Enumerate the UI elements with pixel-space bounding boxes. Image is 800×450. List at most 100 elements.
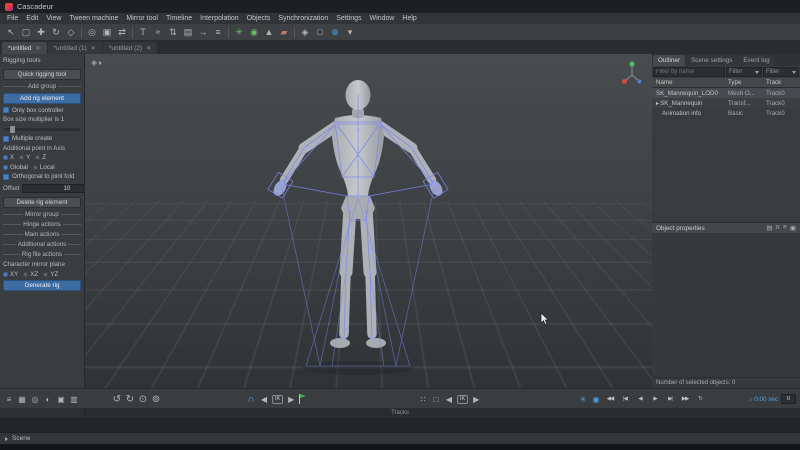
add-object-icon[interactable]: ⊕ xyxy=(328,26,342,39)
outliner-row-sk-mannequin[interactable]: ▸SK_Mannequin Transf... Track0 xyxy=(652,98,800,108)
grid-view-icon[interactable]: ▣ xyxy=(790,224,796,232)
next-keyframe-icon-2[interactable]: ▶ xyxy=(471,393,481,405)
expander-icon[interactable]: ▸ xyxy=(656,100,659,107)
menu-interpolation[interactable]: Interpolation xyxy=(196,15,243,22)
goto-start-button[interactable]: |◀ xyxy=(619,393,631,405)
scale-tool-icon[interactable]: ◇ xyxy=(64,26,78,39)
add-rig-element-button[interactable]: Add rig element xyxy=(3,93,81,104)
type-filter-select[interactable]: Filter xyxy=(726,67,762,77)
interpolation-icon[interactable]: ≈ xyxy=(151,26,165,39)
next-keyframe-icon[interactable]: ▶ xyxy=(286,393,296,405)
multiple-create-checkbox[interactable]: Multiple create xyxy=(3,135,81,142)
selection-sets-icon[interactable]: ▦ xyxy=(17,393,27,405)
physics-icon[interactable]: ◉ xyxy=(247,26,261,39)
menu-settings[interactable]: Settings xyxy=(332,15,365,22)
menu-mirror-tool[interactable]: Mirror tool xyxy=(122,15,162,22)
menu-objects[interactable]: Objects xyxy=(243,15,275,22)
section-rig-file-actions[interactable]: Rig file actions xyxy=(3,251,81,258)
column-type[interactable]: Type xyxy=(728,79,766,86)
fulcrum-icon[interactable]: ▲ xyxy=(262,26,276,39)
section-main-actions[interactable]: Main actions xyxy=(3,231,81,238)
menu-synchronization[interactable]: Synchronization xyxy=(274,15,332,22)
rotate-tool-icon[interactable]: ↻ xyxy=(49,26,63,39)
goto-end-button[interactable]: ▶| xyxy=(664,393,676,405)
menu-tween-machine[interactable]: Tween machine xyxy=(65,15,122,22)
menu-help[interactable]: Help xyxy=(398,15,420,22)
delete-rig-element-button[interactable]: Delete rig element xyxy=(3,197,81,208)
add-group-section[interactable]: Add group xyxy=(3,83,81,90)
point-controller-icon[interactable]: ◎ xyxy=(85,26,99,39)
column-track[interactable]: Track xyxy=(766,79,800,86)
ik-fk-toggle-icon[interactable]: ⇅ xyxy=(166,26,180,39)
slider-handle[interactable] xyxy=(10,126,15,133)
outliner-row-sk-mannequin-lod0[interactable]: SK_Mannequin_LOD0 Mesh O... Track0 xyxy=(652,88,800,98)
tab-untitled-2[interactable]: *untitled (2) ✕ xyxy=(103,42,157,54)
display-mode-icon[interactable]: ◐ xyxy=(43,393,53,405)
expression-icon[interactable]: π xyxy=(776,224,781,232)
interval-edit-icon[interactable]: ▤ xyxy=(181,26,195,39)
physics-sim-icon[interactable]: ◉ xyxy=(591,393,601,405)
axis-x-radio[interactable]: X xyxy=(3,154,14,161)
play-backward-button[interactable]: ◀ xyxy=(634,393,646,405)
viewport-3d[interactable]: ◈ xyxy=(85,54,652,388)
only-box-controller-checkbox[interactable]: Only box controller xyxy=(3,107,81,114)
timeline-track-lane[interactable] xyxy=(0,418,800,432)
prev-keyframe-icon-2[interactable]: ◀ xyxy=(444,393,454,405)
camera-bookmarks-icon[interactable]: ◎ xyxy=(30,393,40,405)
ik-badge-1[interactable]: IK xyxy=(272,395,283,404)
axis-z-radio[interactable]: Z xyxy=(35,154,46,161)
move-tool-icon[interactable]: ✚ xyxy=(34,26,48,39)
mirror-tool-icon[interactable]: ⇄ xyxy=(115,26,129,39)
menu-view[interactable]: View xyxy=(42,15,65,22)
snapshot-icon[interactable]: □ xyxy=(313,26,327,39)
section-additional-actions[interactable]: Additional actions xyxy=(3,241,81,248)
fast-forward-button[interactable]: ▶▶ xyxy=(679,393,691,405)
tab-untitled[interactable]: *untitled ✕ xyxy=(2,42,47,54)
plane-xz-radio[interactable]: XZ xyxy=(23,271,38,278)
plane-xy-radio[interactable]: XY xyxy=(3,271,18,278)
play-forward-button[interactable]: ▶ xyxy=(649,393,661,405)
tab-outliner[interactable]: Outliner xyxy=(653,55,685,66)
sort-icon[interactable]: ≡ xyxy=(783,224,787,232)
rig-mode-icon[interactable]: ◈ xyxy=(298,26,312,39)
snap-magnet-icon[interactable]: ∩ xyxy=(246,393,256,405)
more-tools-icon[interactable]: ▾ xyxy=(343,26,357,39)
flag-icon[interactable] xyxy=(299,394,307,404)
list-view-icon[interactable]: ▤ xyxy=(766,224,772,232)
orthogonal-checkbox[interactable]: Orthogonal to joint fold xyxy=(3,173,81,180)
box-size-slider[interactable] xyxy=(4,128,80,131)
menu-edit[interactable]: Edit xyxy=(22,15,42,22)
view-options-icon[interactable]: ▥ xyxy=(69,393,79,405)
close-icon[interactable]: ✕ xyxy=(146,45,151,52)
generate-rig-button[interactable]: Generate rig xyxy=(3,280,81,291)
box-controller-icon[interactable]: ▣ xyxy=(100,26,114,39)
orbit-reset-icon[interactable]: ⊚ xyxy=(151,393,161,405)
box-select-icon[interactable]: ▢ xyxy=(19,26,33,39)
layers-icon[interactable]: ≡ xyxy=(4,393,14,405)
axis-gizmo[interactable] xyxy=(620,59,644,87)
prev-keyframe-icon[interactable]: ◀ xyxy=(259,393,269,405)
autopose-ai-icon[interactable]: ✳ xyxy=(578,393,588,405)
viewport-quick-menu[interactable]: ◈ xyxy=(91,58,102,67)
close-icon[interactable]: ✕ xyxy=(91,45,96,52)
loop-button[interactable]: ↻ xyxy=(694,393,706,405)
outliner-empty-area[interactable] xyxy=(652,118,800,222)
tab-scene-settings[interactable]: Scene settings xyxy=(686,55,737,66)
trajectory-icon[interactable]: → xyxy=(196,26,210,39)
axis-y-radio[interactable]: Y xyxy=(19,154,30,161)
column-name[interactable]: Name xyxy=(652,79,728,86)
ik-badge-2[interactable]: IK xyxy=(457,395,468,404)
track-filter-select[interactable]: Filter xyxy=(763,67,799,77)
filter-by-name-input[interactable] xyxy=(653,67,725,77)
section-mirror-group[interactable]: Mirror group xyxy=(3,211,81,218)
menu-window[interactable]: Window xyxy=(366,15,399,22)
snapshot-view-icon[interactable]: ▣ xyxy=(56,393,66,405)
outliner-row-animation-info[interactable]: Animation info Basic Track0 xyxy=(652,108,800,118)
section-hinge-actions[interactable]: Hinge actions xyxy=(3,221,81,228)
quick-rigging-tool-button[interactable]: Quick rigging tool xyxy=(3,69,81,80)
frame-input[interactable] xyxy=(781,394,796,404)
close-icon[interactable]: ✕ xyxy=(36,45,41,52)
expand-icon[interactable] xyxy=(5,437,8,441)
mannequin-character[interactable] xyxy=(248,72,468,382)
cursor-tool-icon[interactable]: ↖ xyxy=(4,26,18,39)
